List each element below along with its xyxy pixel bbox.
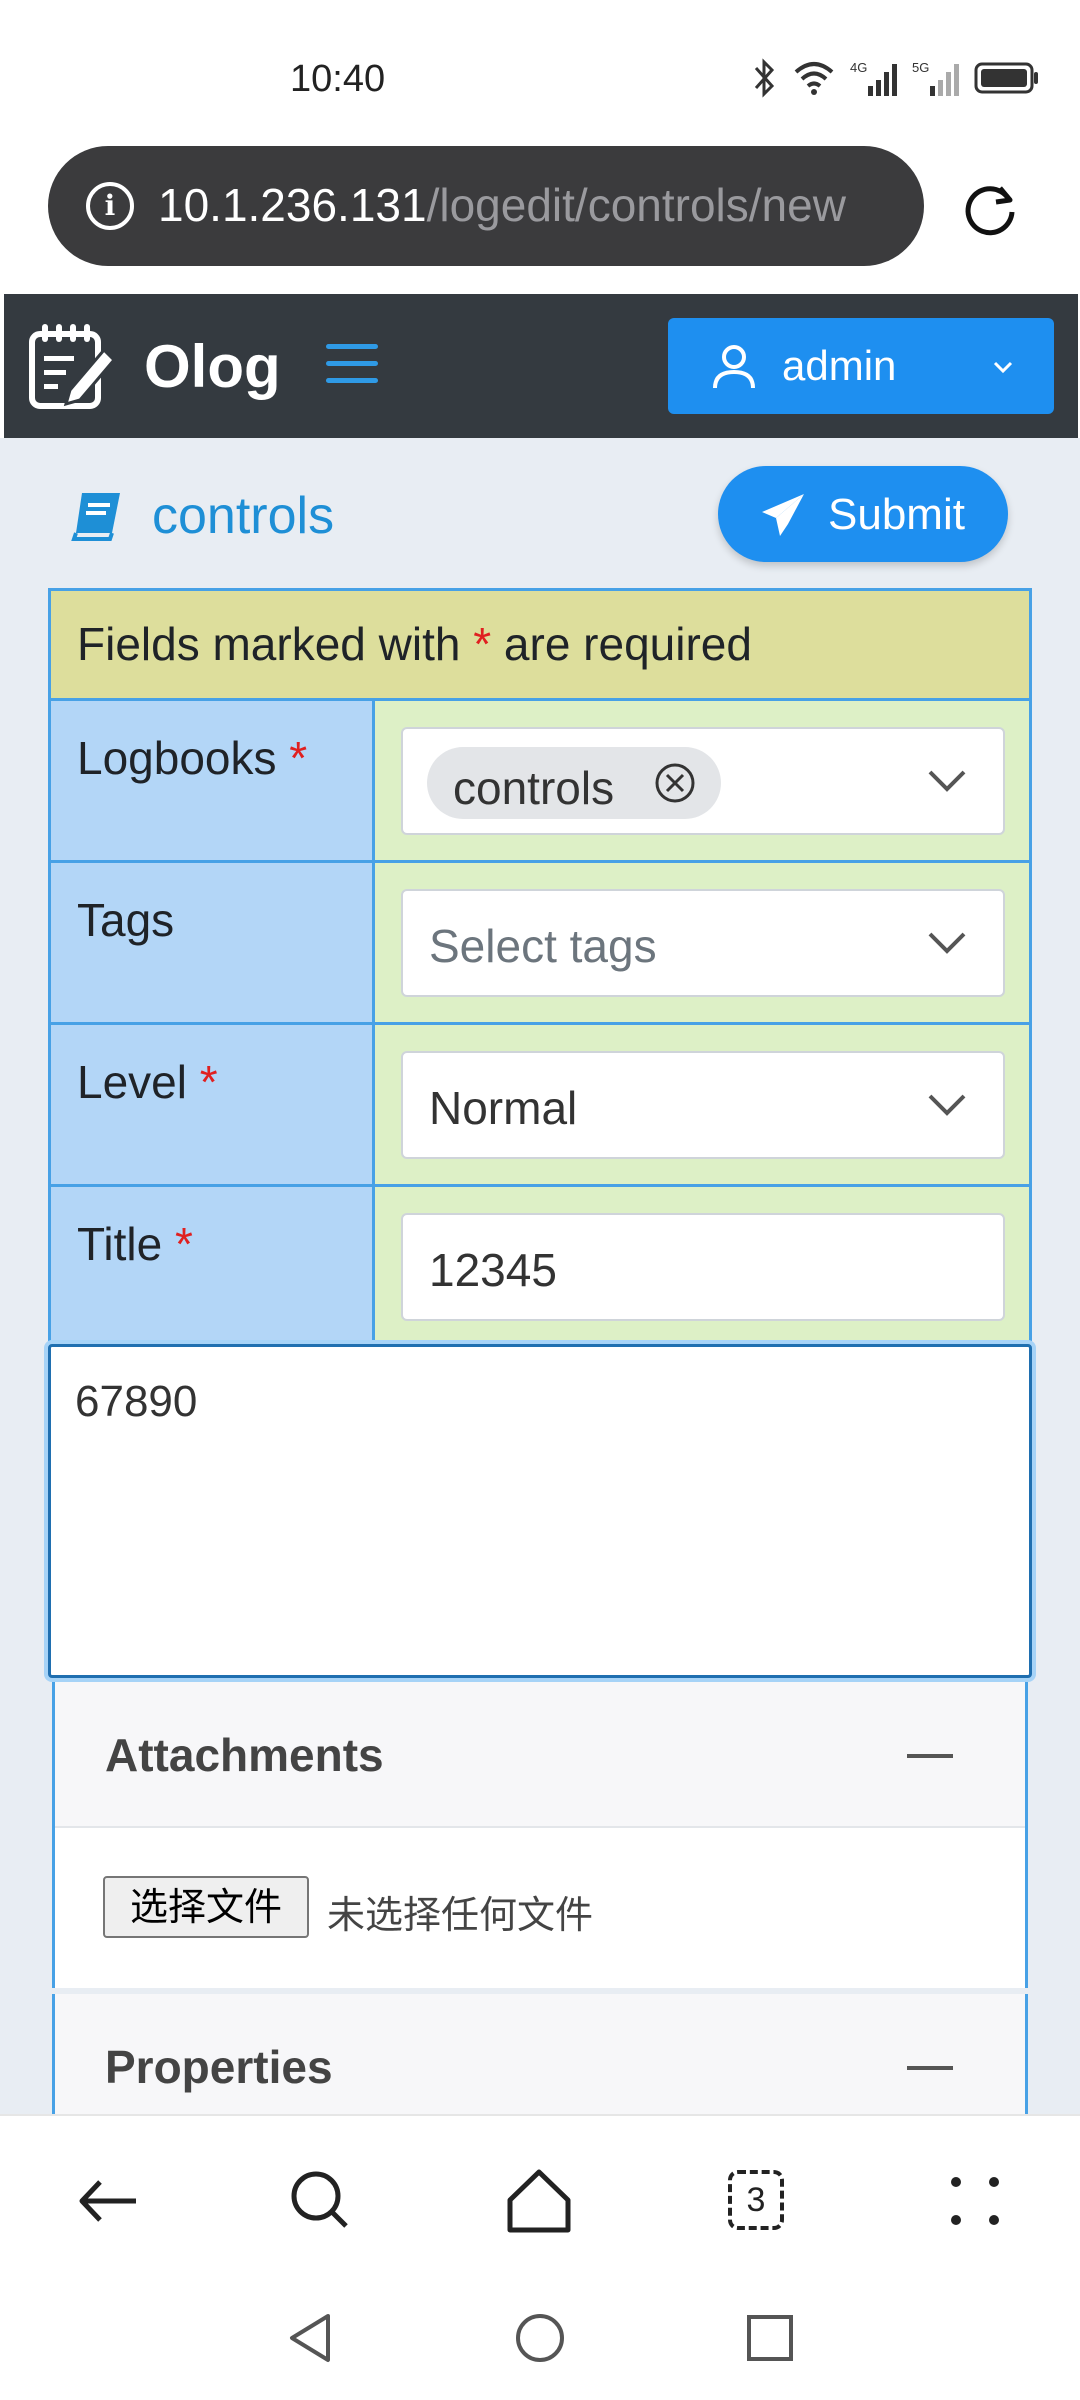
title-input[interactable]: 12345	[401, 1213, 1005, 1321]
send-icon	[762, 494, 804, 536]
nav-recents-icon[interactable]	[740, 2308, 800, 2368]
attachments-panel: Attachments 选择文件 未选择任何文件	[52, 1682, 1028, 1988]
collapse-icon[interactable]	[907, 2066, 953, 2070]
user-name: admin	[782, 342, 897, 389]
tabs-button[interactable]: 3	[728, 2170, 784, 2230]
logbooks-row: Logbooks * controls	[51, 701, 1029, 863]
olog-logo-icon[interactable]	[26, 320, 116, 412]
description-textarea[interactable]: 67890	[48, 1344, 1032, 1678]
site-info-icon[interactable]: i	[86, 182, 134, 230]
collapse-icon[interactable]	[907, 1754, 953, 1758]
chevron-down-icon	[928, 770, 966, 792]
title-value: 12345	[429, 1244, 557, 1296]
logbooks-select[interactable]: controls	[401, 727, 1005, 835]
network-4g-label: 4G	[850, 60, 867, 75]
logbook-chip: controls	[427, 747, 721, 819]
reload-icon[interactable]	[960, 178, 1020, 238]
chevron-down-icon	[928, 1094, 966, 1116]
address-bar[interactable]: i 10.1.236.131/logedit/controls/new	[48, 146, 924, 266]
submit-label: Submit	[828, 490, 965, 539]
browser-toolbar: 3	[0, 2114, 1080, 2284]
user-icon	[713, 345, 755, 389]
tags-select[interactable]: Select tags	[401, 889, 1005, 997]
logbooks-label: Logbooks *	[51, 701, 375, 860]
tags-row: Tags Select tags	[51, 863, 1029, 1025]
battery-icon	[974, 62, 1038, 94]
app-navbar: Olog admin	[4, 294, 1078, 438]
signal-5g-icon: 5G	[912, 60, 959, 96]
nav-back-icon[interactable]	[280, 2308, 340, 2368]
remove-chip-icon[interactable]	[653, 761, 697, 805]
status-time: 10:40	[290, 58, 386, 100]
attachments-header[interactable]: Attachments	[55, 1682, 1025, 1828]
tags-label: Tags	[51, 863, 375, 1022]
back-arrow-icon[interactable]	[74, 2166, 144, 2236]
attachments-title: Attachments	[105, 1729, 384, 1781]
nav-home-icon[interactable]	[510, 2308, 570, 2368]
home-icon[interactable]	[504, 2166, 574, 2236]
required-fields-note: Fields marked with * are required	[51, 591, 1029, 701]
title-row: Title * 12345	[51, 1187, 1029, 1345]
properties-header[interactable]: Properties	[55, 1994, 1025, 2114]
system-nav-bar	[0, 2284, 1080, 2400]
properties-title: Properties	[105, 2041, 333, 2093]
search-icon[interactable]	[286, 2166, 356, 2236]
url-host: 10.1.236.131	[158, 179, 427, 231]
signal-4g-icon: 4G	[850, 60, 897, 96]
file-status: 未选择任何文件	[327, 1893, 594, 1937]
wifi-icon	[794, 62, 834, 95]
network-5g-label: 5G	[912, 60, 929, 75]
submit-button[interactable]: Submit	[718, 466, 1008, 562]
bluetooth-icon	[754, 58, 775, 98]
log-entry-form: Fields marked with * are required Logboo…	[48, 588, 1032, 1348]
level-select[interactable]: Normal	[401, 1051, 1005, 1159]
more-menu-icon[interactable]	[940, 2166, 1010, 2236]
user-menu-button[interactable]: admin	[668, 318, 1054, 414]
url-text[interactable]: 10.1.236.131/logedit/controls/new	[158, 178, 898, 232]
level-label: Level *	[51, 1025, 375, 1184]
tags-placeholder: Select tags	[429, 920, 657, 972]
level-value: Normal	[429, 1082, 578, 1134]
logbook-header: controls	[70, 486, 334, 546]
properties-panel: Properties	[52, 1994, 1028, 2114]
attachments-body: 选择文件 未选择任何文件	[55, 1828, 1025, 1988]
url-path: /logedit/controls/new	[426, 179, 846, 231]
book-icon	[71, 493, 120, 541]
title-label: Title *	[51, 1187, 375, 1345]
level-row: Level * Normal	[51, 1025, 1029, 1187]
menu-toggle-icon[interactable]	[326, 344, 378, 384]
logbook-name: controls	[152, 487, 335, 545]
chevron-down-icon	[928, 932, 966, 954]
main-content: controls Submit Fields marked with * are…	[0, 438, 1080, 2114]
logbook-chip-label: controls	[453, 762, 615, 814]
status-icons: 4G 5G	[752, 56, 1040, 100]
status-bar: 10:40 4G 5G	[0, 0, 1080, 140]
chevron-down-icon	[993, 361, 1013, 374]
brand-name[interactable]: Olog	[144, 332, 281, 401]
description-value: 67890	[75, 1377, 198, 1426]
choose-file-button[interactable]: 选择文件	[103, 1876, 309, 1938]
